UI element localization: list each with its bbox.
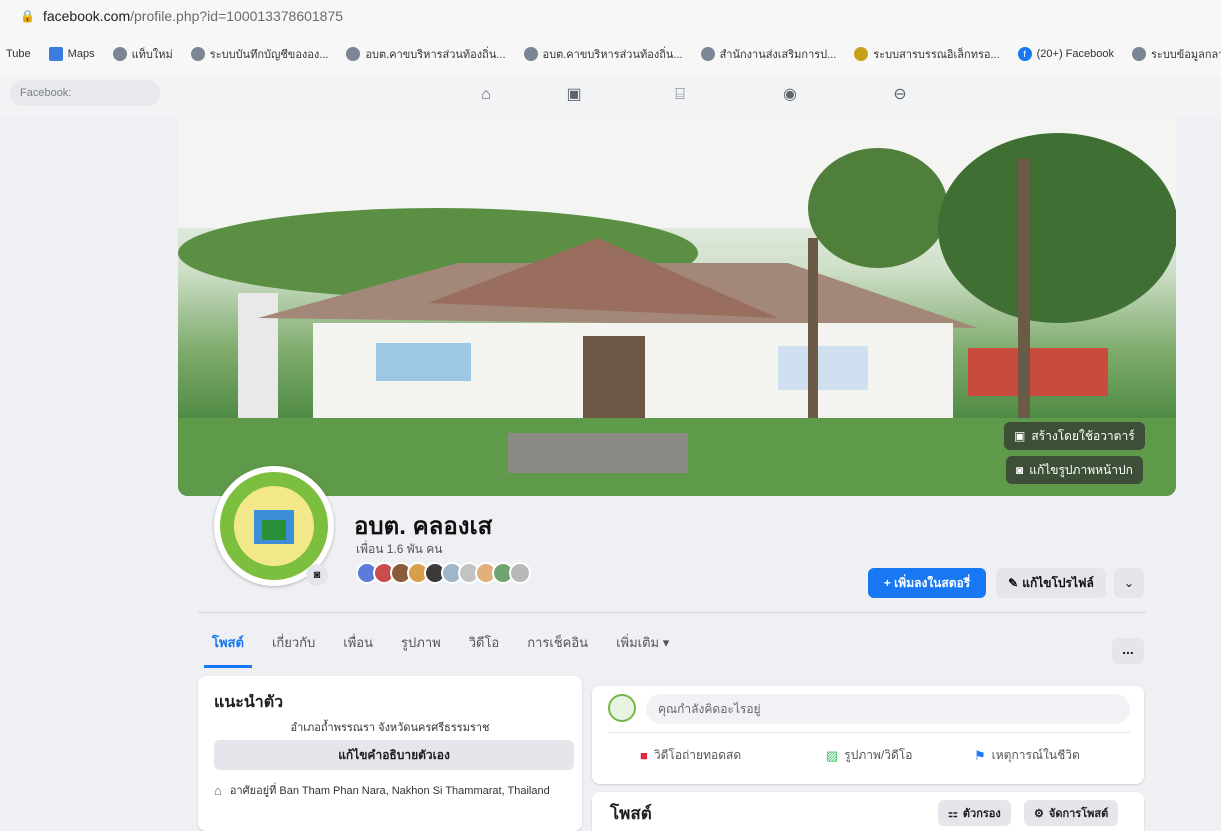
bookmark-maps[interactable]: Maps [48,47,95,61]
facebook-search[interactable]: Facebook: [10,80,160,106]
bookmark-item[interactable]: แท็บใหม่ [112,45,173,63]
tab-videos[interactable]: วิดีโอ [455,624,514,660]
url-host: facebook.com [42,8,131,24]
photo-icon: ▨ [826,747,839,763]
bookmark-label: อบต.คาขบริหารส่วนท้องถิ่น... [365,49,506,61]
watch-icon[interactable]: ▣ [562,84,586,106]
filter-button[interactable]: ⚏ ตัวกรอง [938,800,1011,826]
add-story-label: + เพิ่มลงในสตอรี่ [883,575,971,590]
more-options-button[interactable]: ... [1112,638,1144,664]
bookmark-facebook[interactable]: f (20+) Facebook [1017,47,1114,61]
globe-icon [1132,47,1146,61]
posts-header: โพสต์ ⚏ ตัวกรอง ⚙ จัดการโพสต์ [592,792,1144,831]
friend-avatars[interactable] [356,562,531,584]
intro-location: ⌂ อาศัยอยู่ที่ Ban Tham Phan Nara, Nakho… [214,784,554,798]
post-composer: คุณกำลังคิดอะไรอยู่ ■ วิดีโอถ่ายทอดสด ▨ … [592,686,1144,784]
globe-icon [112,47,127,61]
composer-input[interactable]: คุณกำลังคิดอะไรอยู่ [646,694,1130,724]
camera-icon[interactable]: ◙ [306,564,328,586]
bookmark-label: ระบบสารบรรณอิเล็กทรอ... [873,49,1000,61]
globe-icon [700,47,715,61]
bookmark-label: (20+) Facebook [1036,48,1114,60]
intro-title: แนะนำตัว [214,694,284,711]
intro-bio: อำเภอถ้ำพรรณรา จังหวัดนครศรีธรรมราช [290,722,490,734]
bookmark-label: อบต.คาขบริหารส่วนท้องถิ่น... [542,49,683,61]
globe-icon [346,47,361,61]
tab-about[interactable]: เกี่ยวกับ [258,624,329,660]
page-background-left [0,118,178,831]
edit-profile-label: แก้ไขโปรไฟล์ [1022,575,1094,590]
gov-icon [854,47,869,61]
bookmark-label: แท็บใหม่ [131,49,173,61]
action-label: วิดีโอถ่ายทอดสด [653,748,742,762]
bookmark-youtube[interactable]: Tube [6,48,31,60]
edit-cover-button[interactable]: ◙ แก้ไขรูปภาพหน้าปก [1006,456,1143,484]
bookmark-item[interactable]: สำนักงานส่งเสริมการป... [700,45,837,63]
filter-icon: ⚏ [948,807,958,820]
bookmarks-bar: Tube Maps แท็บใหม่ ระบบบันทึกบัญชีขององ.… [0,32,1221,76]
tab-checkins[interactable]: การเช็คอิน [513,624,602,660]
bookmark-item[interactable]: อบต.คาขบริหารส่วนท้องถิ่น... [523,45,683,63]
bookmark-item[interactable]: ระบบบันทึกบัญชีขององ... [190,45,329,63]
create-avatar-label: สร้างโดยใช้อวาตาร์ [1031,428,1135,443]
maps-icon [48,47,63,61]
bookmark-item[interactable]: อบต.คาขบริหารส่วนท้องถิ่น... [346,45,506,63]
pencil-icon: ✎ [1008,576,1019,590]
filter-label: ตัวกรอง [962,808,1001,820]
bookmark-label: ระบบบันทึกบัญชีขององ... [209,49,329,61]
profile-tabs: โพสต์ เกี่ยวกับ เพื่อน รูปภาพ วิดีโอ การ… [198,624,683,668]
avatar [608,694,636,722]
lock-icon: 🔒 [20,9,35,23]
action-label: เหตุการณ์ในชีวิต [991,748,1080,762]
globe-icon [190,47,205,61]
bookmark-item[interactable]: ระบบสารบรรณอิเล็กทรอ... [854,45,1000,63]
groups-icon[interactable]: ◉ [778,84,802,106]
composer-divider [608,732,1130,733]
bookmark-label: Tube [6,48,31,60]
create-avatar-button[interactable]: ▣ สร้างโดยใช้อวาตาร์ [1004,422,1145,450]
flag-icon: ⚑ [974,747,986,763]
marketplace-icon[interactable]: ⌸ [668,84,692,106]
manage-posts-label: จัดการโพสต์ [1048,808,1109,820]
photo-video-button[interactable]: ▨ รูปภาพ/วิดีโอ [826,746,912,765]
avatar-icon: ▣ [1014,429,1026,443]
gear-icon: ⚙ [1034,807,1044,820]
tab-more[interactable]: เพิ่มเติม ▾ [602,624,683,660]
tab-photos[interactable]: รูปภาพ [387,624,455,660]
tab-posts[interactable]: โพสต์ [198,624,258,668]
live-video-button[interactable]: ■ วิดีโอถ่ายทอดสด [640,746,741,765]
gaming-icon[interactable]: ⊖ [888,84,912,106]
chevron-down-icon[interactable]: ⌄ [1114,568,1144,598]
address-bar[interactable]: 🔒 facebook.com /profile.php?id=100013378… [0,0,1221,32]
edit-bio-button[interactable]: แก้ไขคำอธิบายตัวเอง [214,740,574,770]
url-path: /profile.php?id=100013378601875 [130,8,344,24]
globe-icon [523,47,538,61]
edit-cover-label: แก้ไขรูปภาพหน้าปก [1029,462,1133,477]
intro-card: แนะนำตัว อำเภอถ้ำพรรณรา จังหวัดนครศรีธรร… [198,676,582,831]
cover-photo[interactable]: ▣ สร้างโดยใช้อวาตาร์ ◙ แก้ไขรูปภาพหน้าปก [178,118,1176,496]
camera-icon: ◙ [1016,463,1024,477]
tab-friends[interactable]: เพื่อน [329,624,387,660]
posts-title: โพสต์ [610,804,652,823]
tabs-divider [198,612,1146,613]
add-story-button[interactable]: + เพิ่มลงในสตอรี่ [868,568,986,598]
edit-profile-button[interactable]: ✎ แก้ไขโปรไฟล์ [996,568,1106,598]
home-icon[interactable]: ⌂ [474,84,498,106]
bookmark-label: Maps [67,48,95,60]
live-video-icon: ■ [640,748,648,763]
facebook-top-nav: Facebook: ⌂ ▣ ⌸ ◉ ⊖ [0,76,1221,118]
action-label: รูปภาพ/วิดีโอ [844,748,913,762]
manage-posts-button[interactable]: ⚙ จัดการโพสต์ [1024,800,1119,826]
friend-count[interactable]: เพื่อน 1.6 พัน คน [356,540,442,559]
bookmark-label: ระบบข้อมูลกลางองค์กร... [1151,49,1221,61]
bookmark-label: สำนักงานส่งเสริมการป... [719,49,837,61]
home-icon: ⌂ [214,783,222,798]
life-event-button[interactable]: ⚑ เหตุการณ์ในชีวิต [974,746,1080,765]
friend-avatar[interactable] [509,562,531,584]
bookmark-item[interactable]: ระบบข้อมูลกลางองค์กร... [1132,45,1221,63]
facebook-icon: f [1017,47,1032,61]
location-text: อาศัยอยู่ที่ Ban Tham Phan Nara, Nakhon … [229,785,550,797]
